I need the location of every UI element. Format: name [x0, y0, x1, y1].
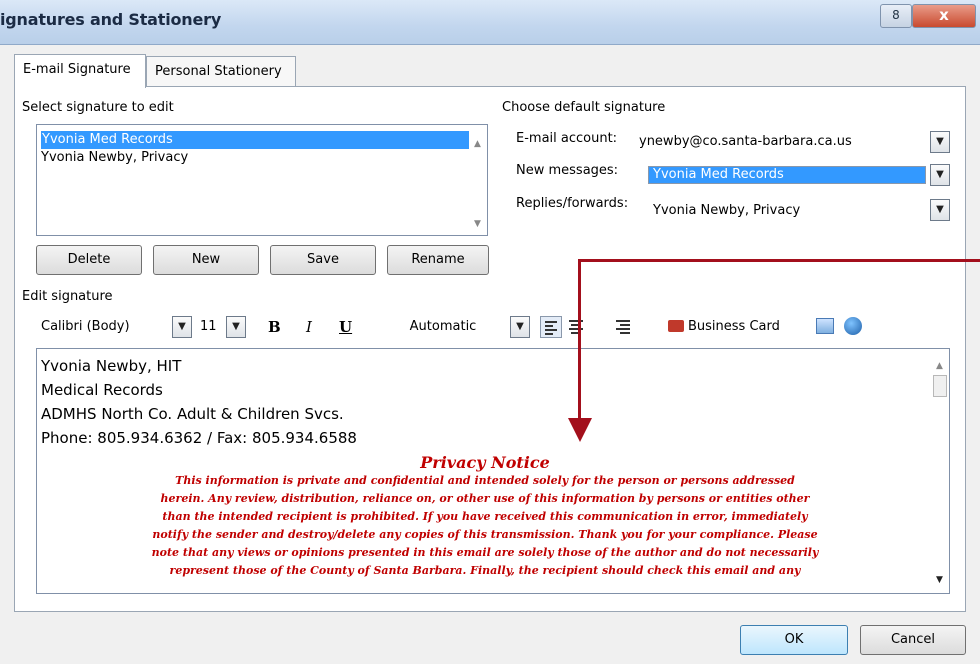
color-select[interactable]: Automatic	[372, 316, 510, 338]
chevron-down-icon[interactable]: ▼	[226, 316, 246, 338]
align-left-icon[interactable]	[540, 316, 562, 338]
chevron-down-icon[interactable]: ▼	[172, 316, 192, 338]
list-scrollbar[interactable]: ▲ ▼	[469, 125, 487, 235]
scroll-up-icon[interactable]: ▲	[936, 361, 943, 371]
save-button[interactable]: Save	[270, 245, 376, 275]
align-center-icon[interactable]	[566, 316, 588, 338]
replies-forwards-label: Replies/forwards:	[516, 196, 629, 211]
window-title: ignatures and Stationery	[0, 10, 222, 29]
signature-line: Medical Records	[41, 381, 163, 399]
annotation-arrow-line	[578, 259, 581, 419]
business-card-icon	[668, 320, 684, 332]
tab-personal-stationery[interactable]: Personal Stationery	[146, 56, 296, 88]
edit-signature-label: Edit signature	[22, 289, 113, 304]
rename-button[interactable]: Rename	[387, 245, 489, 275]
close-button[interactable]: x	[912, 4, 976, 28]
new-messages-select[interactable]: Yvonia Med Records	[648, 166, 926, 184]
signature-list[interactable]: Yvonia Med Records Yvonia Newby, Privacy…	[36, 124, 488, 236]
delete-button[interactable]: Delete	[36, 245, 142, 275]
chevron-down-icon[interactable]: ▼	[930, 131, 950, 153]
signature-line: ADMHS North Co. Adult & Children Svcs.	[41, 405, 344, 423]
insert-hyperlink-icon[interactable]	[844, 317, 862, 335]
tab-email-signature[interactable]: E-mail Signature	[14, 54, 146, 88]
align-right-icon[interactable]	[612, 316, 634, 338]
annotation-arrow-icon	[568, 418, 592, 442]
privacy-notice-line: note that any views or opinions presente…	[151, 546, 819, 559]
email-account-label: E-mail account:	[516, 131, 618, 146]
scroll-down-icon[interactable]: ▼	[936, 575, 943, 585]
privacy-notice-line: represent those of the County of Santa B…	[169, 564, 801, 577]
italic-button[interactable]: I	[306, 316, 312, 338]
list-item[interactable]: Yvonia Med Records	[41, 131, 472, 149]
scroll-up-icon[interactable]: ▲	[474, 139, 481, 149]
chevron-down-icon[interactable]: ▼	[930, 199, 950, 221]
signature-line: Yvonia Newby, HIT	[41, 357, 182, 375]
new-button[interactable]: New	[153, 245, 259, 275]
cancel-button[interactable]: Cancel	[860, 625, 966, 655]
email-account-select[interactable]: ynewby@co.santa-barbara.ca.us	[634, 131, 926, 153]
privacy-notice-line: notify the sender and destroy/delete any…	[152, 528, 818, 541]
business-card-button[interactable]: Business Card	[688, 316, 780, 338]
help-button[interactable]: 8	[880, 4, 912, 28]
scroll-thumb[interactable]	[933, 375, 947, 397]
privacy-notice-title: Privacy Notice	[420, 453, 550, 472]
format-toolbar: Calibri (Body) ▼ 11 ▼ B I U Automatic ▼ …	[36, 312, 946, 344]
default-signature-label: Choose default signature	[502, 100, 666, 115]
ok-button[interactable]: OK	[740, 625, 848, 655]
privacy-notice-line: than the intended recipient is prohibite…	[162, 510, 808, 523]
editor-scrollbar[interactable]: ▲ ▼	[931, 349, 949, 593]
insert-picture-icon[interactable]	[816, 318, 834, 334]
privacy-notice-line: herein. Any review, distribution, relian…	[160, 492, 810, 505]
signature-editor[interactable]: Yvonia Newby, HIT Medical Records ADMHS …	[36, 348, 950, 594]
font-select[interactable]: Calibri (Body)	[36, 316, 168, 338]
help-icon: 8	[892, 8, 900, 22]
underline-button[interactable]: U	[339, 316, 352, 338]
bold-button[interactable]: B	[268, 316, 281, 338]
list-item[interactable]: Yvonia Newby, Privacy	[41, 149, 188, 167]
privacy-notice-line: This information is private and confiden…	[175, 474, 795, 487]
replies-forwards-select[interactable]: Yvonia Newby, Privacy	[648, 200, 926, 222]
annotation-arrow-line	[578, 259, 980, 262]
chevron-down-icon[interactable]: ▼	[930, 164, 950, 186]
select-signature-label: Select signature to edit	[22, 100, 174, 115]
font-size-select[interactable]: 11	[200, 316, 217, 338]
new-messages-label: New messages:	[516, 163, 619, 178]
scroll-down-icon[interactable]: ▼	[474, 219, 481, 229]
chevron-down-icon[interactable]: ▼	[510, 316, 530, 338]
signature-line: Phone: 805.934.6362 / Fax: 805.934.6588	[41, 429, 357, 447]
title-bar: ignatures and Stationery 8 x	[0, 0, 980, 45]
